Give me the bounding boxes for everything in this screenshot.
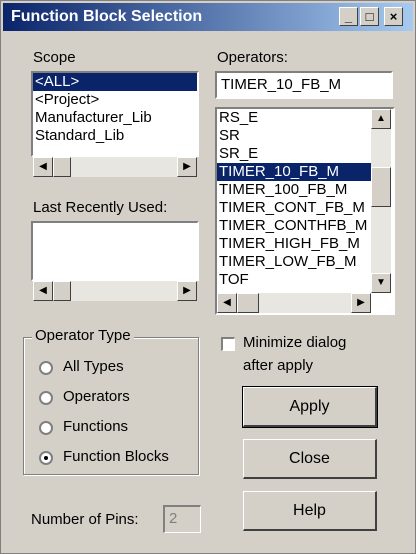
operators-hscroll-thumb[interactable] — [237, 293, 259, 313]
operator-item[interactable]: TIMER_HIGH_FB_M — [217, 235, 371, 253]
operator-item[interactable]: TIMER_CONT_FB_M — [217, 199, 371, 217]
minimize-window-button[interactable]: _ — [339, 7, 358, 26]
radio-function-blocks-label[interactable]: Function Blocks — [63, 448, 169, 465]
scroll-right-icon[interactable]: ▶ — [351, 293, 371, 313]
pins-field: 2 — [163, 505, 201, 533]
scope-item-project[interactable]: <Project> — [33, 91, 197, 109]
operator-search-input[interactable]: TIMER_10_FB_M — [215, 71, 393, 99]
radio-selected-dot — [44, 456, 48, 460]
scroll-left-icon[interactable]: ◀ — [33, 281, 53, 301]
radio-all-types-label[interactable]: All Types — [63, 358, 124, 375]
apply-button[interactable]: Apply — [242, 386, 378, 428]
maximize-window-button[interactable]: □ — [360, 7, 379, 26]
operators-label: Operators: — [217, 49, 288, 66]
operator-item-selected[interactable]: TIMER_10_FB_M — [217, 163, 371, 181]
operators-vscrollbar[interactable]: ▲ ▼ — [371, 109, 391, 293]
close-window-button[interactable]: × — [384, 7, 403, 26]
scroll-down-icon[interactable]: ▼ — [371, 273, 391, 293]
scroll-up-icon[interactable]: ▲ — [371, 109, 391, 129]
operators-hscrollbar[interactable]: ◀ ▶ — [217, 293, 371, 313]
minimize-checkbox[interactable] — [221, 337, 235, 351]
scope-item-manufacturer-lib[interactable]: Manufacturer_Lib — [33, 109, 197, 127]
operators-list[interactable]: RS_E SR SR_E TIMER_10_FB_M TIMER_100_FB_… — [215, 107, 395, 315]
radio-operators-label[interactable]: Operators — [63, 388, 130, 405]
pins-label: Number of Pins: — [31, 511, 139, 528]
radio-function-blocks[interactable] — [39, 451, 53, 465]
operator-item[interactable]: TIMER_100_FB_M — [217, 181, 371, 199]
window-title: Function Block Selection — [11, 8, 203, 25]
scope-hscroll-thumb[interactable] — [53, 157, 71, 177]
radio-all-types[interactable] — [39, 361, 53, 375]
scope-item-standard-lib[interactable]: Standard_Lib — [33, 127, 197, 145]
scroll-left-icon[interactable]: ◀ — [217, 293, 237, 313]
scope-hscrollbar[interactable]: ◀ ▶ — [33, 157, 197, 177]
operator-item[interactable]: SR_E — [217, 145, 371, 163]
recent-hscroll-thumb[interactable] — [53, 281, 71, 301]
title-bar[interactable]: Function Block Selection _ □ × — [3, 3, 413, 31]
scope-list[interactable]: <ALL> <Project> Manufacturer_Lib Standar… — [31, 71, 199, 157]
radio-operators[interactable] — [39, 391, 53, 405]
operator-item[interactable]: SR — [217, 127, 371, 145]
radio-functions[interactable] — [39, 421, 53, 435]
dialog-window: Function Block Selection _ □ × Scope <AL… — [0, 0, 416, 554]
minimize-label-line1[interactable]: Minimize dialog — [243, 334, 346, 351]
scroll-right-icon[interactable]: ▶ — [177, 281, 197, 301]
radio-functions-label[interactable]: Functions — [63, 418, 128, 435]
scope-item-all[interactable]: <ALL> — [33, 73, 197, 91]
recent-hscrollbar[interactable]: ◀ ▶ — [33, 281, 197, 301]
operator-item[interactable]: TIMER_CONTHFB_M — [217, 217, 371, 235]
scroll-right-icon[interactable]: ▶ — [177, 157, 197, 177]
operator-item[interactable]: RS_E — [217, 109, 371, 127]
recent-list[interactable] — [31, 221, 199, 281]
scope-label: Scope — [33, 49, 76, 66]
operator-item[interactable]: TIMER_LOW_FB_M — [217, 253, 371, 271]
scroll-left-icon[interactable]: ◀ — [33, 157, 53, 177]
help-button[interactable]: Help — [243, 491, 377, 531]
recent-label: Last Recently Used: — [33, 199, 168, 216]
operator-item[interactable]: TOF — [217, 271, 371, 289]
operators-vscroll-thumb[interactable] — [371, 167, 391, 207]
operator-type-label: Operator Type — [32, 327, 134, 344]
minimize-label-line2[interactable]: after apply — [243, 357, 313, 374]
close-button[interactable]: Close — [243, 439, 377, 479]
